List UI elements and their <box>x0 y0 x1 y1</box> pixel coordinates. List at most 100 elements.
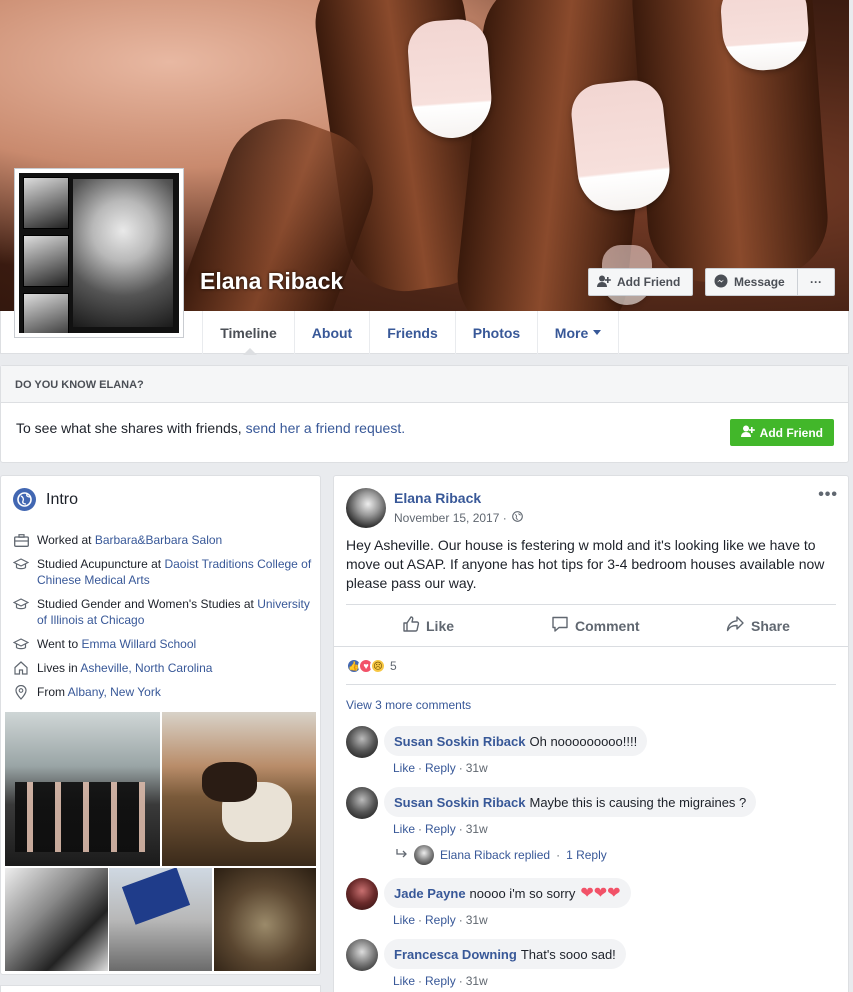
message-button[interactable]: Message <box>705 268 798 296</box>
comment-meta: Like · Reply · 31w <box>393 822 488 836</box>
commenter-avatar[interactable] <box>346 726 378 758</box>
tab-more[interactable]: More <box>537 311 619 354</box>
tab-photos[interactable]: Photos <box>455 311 537 354</box>
author-avatar[interactable] <box>346 488 386 528</box>
cover-nail <box>405 17 495 141</box>
comment-text: noooo i'm so sorry <box>469 885 576 901</box>
like-label: Like <box>426 617 455 634</box>
intro-card: Intro Worked at Barbara&Barbara Salon St… <box>0 475 321 975</box>
next-card-edge <box>0 985 321 992</box>
message-label: Message <box>734 275 785 289</box>
commenter-name[interactable]: Susan Soskin Riback <box>394 734 526 749</box>
comment-like-link[interactable]: Like <box>393 974 415 988</box>
location-pin-icon <box>13 684 29 700</box>
sad-reaction-icon: ☹ <box>370 658 386 674</box>
comment-label: Comment <box>575 617 640 634</box>
comment-reply-link[interactable]: Reply <box>425 761 456 775</box>
intro-photo[interactable] <box>109 868 212 971</box>
profile-page: Elana Riback Add Friend Message ··· Time… <box>0 0 853 992</box>
commenter-name[interactable]: Jade Payne <box>394 886 466 901</box>
add-friend-label: Add Friend <box>759 425 823 440</box>
do-you-know-prefix: To see what she shares with friends, <box>16 420 246 436</box>
comment-bubble: Jade Payne noooo i'm so sorry ❤❤❤ <box>384 878 631 908</box>
tab-label: More <box>554 324 589 341</box>
messenger-icon <box>714 274 728 291</box>
comment-like-link[interactable]: Like <box>393 822 415 836</box>
add-friend-button[interactable]: Add Friend <box>588 268 693 296</box>
intro-photo[interactable] <box>162 712 316 866</box>
comment-reply-link[interactable]: Reply <box>425 822 456 836</box>
tab-friends[interactable]: Friends <box>369 311 455 354</box>
intro-item-prefix: Studied Gender and Women's Studies at <box>37 597 258 611</box>
intro-item-link[interactable]: Emma Willard School <box>81 637 196 651</box>
comment-like-link[interactable]: Like <box>393 913 415 927</box>
intro-photo[interactable] <box>5 712 160 866</box>
profile-picture-image <box>19 173 179 333</box>
comment-reply-link[interactable]: Reply <box>425 913 456 927</box>
more-options-button[interactable]: ··· <box>797 268 835 296</box>
photo-strip-frame <box>23 235 69 287</box>
separator: · <box>458 974 463 988</box>
commenter-avatar[interactable] <box>346 787 378 819</box>
commenter-name[interactable]: Susan Soskin Riback <box>394 795 526 810</box>
do-you-know-heading: DO YOU KNOW ELANA? <box>1 366 848 403</box>
intro-item-link[interactable]: Albany, New York <box>68 685 161 699</box>
post-date-link[interactable]: November 15, 2017 · <box>394 511 507 525</box>
separator: · <box>418 913 423 927</box>
share-button[interactable]: Share <box>726 615 790 636</box>
commenter-avatar[interactable] <box>346 939 378 971</box>
friend-request-link[interactable]: send her a friend request. <box>246 420 406 436</box>
commenter-avatar[interactable] <box>346 878 378 910</box>
comment-time[interactable]: 31w <box>466 913 488 927</box>
post-options-icon[interactable]: ••• <box>818 486 838 504</box>
intro-item-text: Studied Gender and Women's Studies at Un… <box>37 596 313 628</box>
cover-nail <box>568 77 674 215</box>
divider <box>346 684 836 685</box>
tab-about[interactable]: About <box>294 311 369 354</box>
comment-time[interactable]: 31w <box>466 761 488 775</box>
portrait <box>73 179 173 327</box>
intro-item-link[interactable]: Asheville, North Carolina <box>80 661 212 675</box>
thumbs-up-icon <box>402 615 420 636</box>
replies-summary[interactable]: Elana Riback replied · 1 Reply <box>396 845 607 865</box>
profile-name[interactable]: Elana Riback <box>200 268 343 295</box>
view-more-comments-link[interactable]: View 3 more comments <box>346 698 471 712</box>
intro-item-education: Studied Acupuncture at Daoist Traditions… <box>13 556 313 588</box>
intro-item-text: Lives in Asheville, North Carolina <box>37 660 212 676</box>
briefcase-icon <box>13 532 29 548</box>
group-of-people <box>15 782 145 852</box>
graduation-cap-icon <box>13 636 29 652</box>
add-friend-icon <box>597 275 611 290</box>
comment-meta: Like · Reply · 31w <box>393 761 488 775</box>
intro-item-prefix: From <box>37 685 68 699</box>
like-button[interactable]: Like <box>402 615 454 636</box>
share-label: Share <box>751 617 790 634</box>
intro-item-link[interactable]: Barbara&Barbara Salon <box>95 533 222 547</box>
tab-label: Timeline <box>220 324 277 341</box>
comment-like-link[interactable]: Like <box>393 761 415 775</box>
commenter-name[interactable]: Francesca Downing <box>394 947 517 962</box>
separator: · <box>418 761 423 775</box>
intro-photo[interactable] <box>5 868 108 971</box>
reactions-summary[interactable]: 👍 ♥ ☹ 5 <box>346 658 397 674</box>
comment-time[interactable]: 31w <box>466 974 488 988</box>
intro-item-text: Went to Emma Willard School <box>37 636 196 652</box>
comment-time[interactable]: 31w <box>466 822 488 836</box>
graduation-cap-icon <box>13 556 29 572</box>
active-tab-indicator <box>243 348 257 355</box>
comment-button[interactable]: Comment <box>551 615 640 636</box>
comment-text: Oh nooooooooo!!!! <box>529 733 638 749</box>
comment-bubble: Francesca Downing That's sooo sad! <box>384 939 626 969</box>
tab-timeline[interactable]: Timeline <box>202 311 294 355</box>
reply-arrow-icon <box>396 848 408 862</box>
separator: · <box>418 974 423 988</box>
reply-count: 1 Reply <box>566 848 607 862</box>
home-icon <box>13 660 29 676</box>
public-globe-icon <box>511 511 523 525</box>
comment-reply-link[interactable]: Reply <box>425 974 456 988</box>
add-friend-green-button[interactable]: Add Friend <box>729 419 834 446</box>
do-you-know-text: To see what she shares with friends, sen… <box>16 420 405 436</box>
post-author[interactable]: Elana Riback <box>394 490 481 506</box>
profile-picture[interactable] <box>14 168 184 338</box>
intro-photo[interactable] <box>214 868 316 971</box>
